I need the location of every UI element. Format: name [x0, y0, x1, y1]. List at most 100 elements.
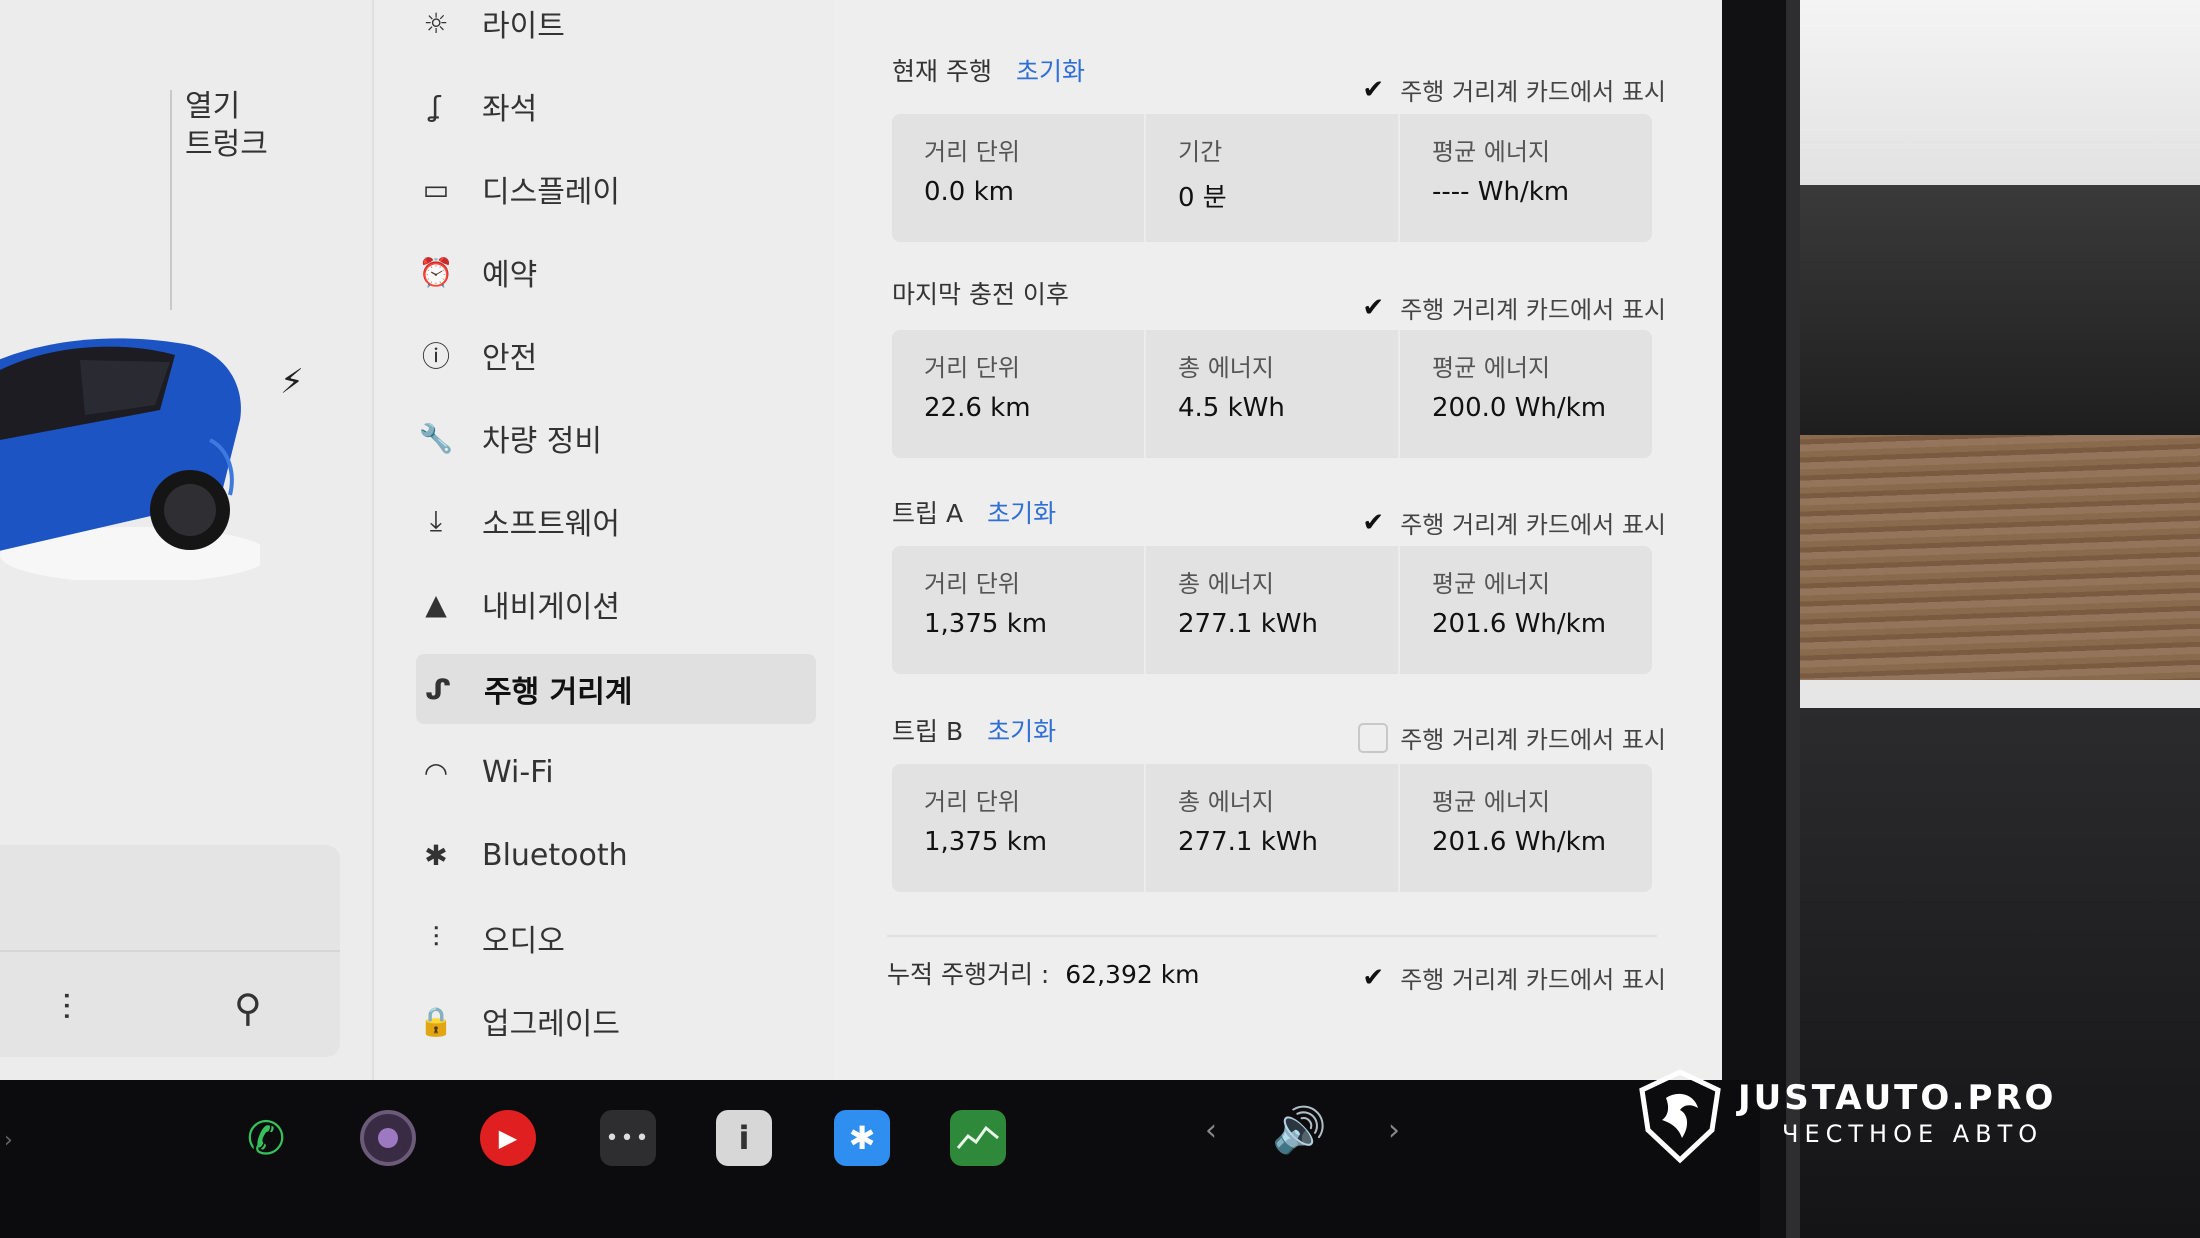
energy-graph-icon[interactable]: [950, 1110, 1006, 1166]
odometer-show-toggle[interactable]: ✔ 주행 거리계 카드에서 표시: [1358, 960, 1666, 995]
menu-item-safety[interactable]: ⓘ 안전: [414, 320, 794, 390]
windshield-area: [1760, 0, 2200, 185]
bluetooth-icon: ✱: [424, 838, 448, 872]
watermark-title: JUSTAUTO.PRO: [1738, 1078, 2057, 1118]
volume-down-chevron-icon[interactable]: ‹: [1205, 1113, 1217, 1148]
menu-item-label: 차량 정비: [482, 424, 602, 459]
since-charge-card: 거리 단위 22.6 km 총 에너지 4.5 kWh 평균 에너지 200.0…: [892, 330, 1652, 458]
quick-controls-separator: [0, 950, 340, 952]
more-apps-icon[interactable]: •••: [600, 1110, 656, 1166]
total-energy-cell: 총 에너지 4.5 kWh: [1146, 330, 1400, 458]
current-drive-reset-button[interactable]: 초기화: [1016, 52, 1085, 88]
menu-item-label: 주행 거리계: [484, 675, 633, 710]
trip-b-title: 트립 B: [892, 717, 964, 746]
total-energy-value: 277.1 kWh: [1178, 827, 1318, 857]
avg-energy-value: 201.6 Wh/km: [1432, 827, 1607, 857]
total-energy-label: 총 에너지: [1178, 570, 1274, 598]
current-drive-show-toggle[interactable]: ✔ 주행 거리계 카드에서 표시: [1358, 72, 1666, 107]
settings-menu: ☼ 라이트 ʆ 좌석 ▭ 디스플레이 ⏰ 예약 ⓘ 안전 🔧 차량 정비 ⤓ 소…: [372, 0, 834, 1080]
trips-content: 현재 주행 초기화 ✔ 주행 거리계 카드에서 표시 거리 단위 0.0 km …: [832, 0, 1722, 1080]
trip-a-card: 거리 단위 1,375 km 총 에너지 277.1 kWh 평균 에너지 20…: [892, 546, 1652, 674]
car-interior-background: [1760, 0, 2200, 1238]
lock-icon: 🔒: [418, 1004, 454, 1038]
distance-cell: 거리 단위 0.0 km: [892, 114, 1146, 242]
checkmark-icon: ✔: [1362, 962, 1385, 993]
display-bezel: 열기 트렁크 ⚡ ⫶ ⚲ ☼ 라이트 ʆ 좌석 ▭ 디스플레이 ⏰ 예약 ⓘ 안…: [0, 0, 1800, 1238]
menu-item-upgrades[interactable]: 🔒 업그레이드: [414, 986, 794, 1056]
show-on-card-label: 주행 거리계 카드에서 표시: [1400, 966, 1666, 994]
menu-item-label: 내비게이션: [482, 590, 620, 625]
menu-item-display[interactable]: ▭ 디스플레이: [414, 154, 794, 224]
white-trim: [1760, 680, 2200, 708]
avg-energy-cell: 평균 에너지 ---- Wh/km: [1400, 114, 1652, 242]
since-charge-title: 마지막 충전 이후: [892, 280, 1069, 309]
distance-label: 거리 단위: [924, 354, 1020, 382]
seat-icon: ʆ: [431, 89, 441, 123]
dashboard-lower: [1760, 708, 2200, 1238]
menu-item-audio[interactable]: ⫶ 오디오: [414, 903, 794, 973]
charge-port-icon[interactable]: ⚡: [280, 362, 304, 402]
trips-icon: ᔑ: [425, 672, 451, 706]
navigation-icon: ▲: [425, 587, 447, 621]
controls-sliders-icon[interactable]: ⫶: [62, 988, 71, 1030]
menu-item-label: Wi-Fi: [482, 754, 554, 790]
menu-item-label: 디스플레이: [482, 175, 620, 210]
menu-item-bluetooth[interactable]: ✱ Bluetooth: [414, 820, 794, 890]
touchscreen: 열기 트렁크 ⚡ ⫶ ⚲ ☼ 라이트 ʆ 좌석 ▭ 디스플레이 ⏰ 예약 ⓘ 안…: [0, 0, 1722, 1080]
volume-icon[interactable]: 🔊: [1272, 1104, 1327, 1156]
distance-value: 1,375 km: [924, 609, 1048, 639]
menu-item-label: Bluetooth: [482, 837, 628, 873]
avg-energy-label: 평균 에너지: [1432, 138, 1551, 166]
menu-item-schedule[interactable]: ⏰ 예약: [414, 237, 794, 307]
menu-item-wifi[interactable]: ◠ Wi-Fi: [414, 737, 794, 807]
trip-b-show-toggle[interactable]: 주행 거리계 카드에서 표시: [1358, 720, 1666, 755]
dashboard-top: [1760, 185, 2200, 435]
display-icon: ▭: [422, 172, 450, 206]
search-icon[interactable]: ⚲: [234, 986, 262, 1030]
phone-icon[interactable]: ✆: [238, 1110, 294, 1166]
since-charge-show-toggle[interactable]: ✔ 주행 거리계 카드에서 표시: [1358, 290, 1666, 325]
frunk-label: 트렁크: [185, 127, 268, 162]
checkmark-icon: ✔: [1362, 292, 1385, 323]
current-drive-title: 현재 주행: [892, 57, 992, 86]
menu-item-label: 라이트: [482, 9, 565, 44]
camera-icon[interactable]: [360, 1110, 416, 1166]
menu-item-navigation[interactable]: ▲ 내비게이션: [414, 569, 794, 639]
manual-info-icon[interactable]: i: [716, 1110, 772, 1166]
distance-value: 0.0 km: [924, 177, 1014, 207]
energy-graph-line: [956, 1125, 999, 1149]
show-on-card-label: 주행 거리계 카드에서 표시: [1400, 726, 1666, 754]
distance-cell: 거리 단위 22.6 km: [892, 330, 1146, 458]
volume-up-chevron-icon[interactable]: ›: [1388, 1113, 1400, 1148]
duration-label: 기간: [1178, 138, 1223, 166]
menu-item-software[interactable]: ⤓ 소프트웨어: [414, 486, 794, 556]
menu-item-seats[interactable]: ʆ 좌석: [414, 71, 794, 141]
distance-cell: 거리 단위 1,375 km: [892, 546, 1146, 674]
total-energy-label: 총 에너지: [1178, 354, 1274, 382]
audio-icon: ⫶: [432, 921, 440, 954]
avg-energy-value: 200.0 Wh/km: [1432, 393, 1607, 423]
menu-item-label: 안전: [482, 341, 538, 376]
avg-energy-value: 201.6 Wh/km: [1432, 609, 1607, 639]
avg-energy-label: 평균 에너지: [1432, 354, 1551, 382]
total-energy-cell: 총 에너지 277.1 kWh: [1146, 764, 1400, 892]
show-on-card-label: 주행 거리계 카드에서 표시: [1400, 78, 1666, 106]
menu-item-lights[interactable]: ☼ 라이트: [414, 0, 794, 58]
menu-item-label: 좌석: [482, 92, 538, 127]
menu-item-service[interactable]: 🔧 차량 정비: [414, 403, 794, 473]
media-play-icon[interactable]: ▶: [480, 1110, 536, 1166]
show-on-card-label: 주행 거리계 카드에서 표시: [1400, 511, 1666, 539]
car-panel: 열기 트렁크 ⚡ ⫶ ⚲: [0, 0, 372, 1080]
checkmark-icon: ✔: [1362, 74, 1385, 105]
distance-value: 22.6 km: [924, 393, 1031, 423]
trip-b-reset-button[interactable]: 초기화: [987, 712, 1056, 748]
distance-cell: 거리 단위 1,375 km: [892, 764, 1146, 892]
trip-a-reset-button[interactable]: 초기화: [987, 494, 1056, 530]
odometer-divider: [887, 935, 1657, 937]
bluetooth-app-icon[interactable]: ✱: [834, 1110, 890, 1166]
frunk-open-button[interactable]: 열기 트렁크: [185, 88, 268, 164]
trip-a-show-toggle[interactable]: ✔ 주행 거리계 카드에서 표시: [1358, 505, 1666, 540]
chevron-right-icon[interactable]: ›: [4, 1128, 13, 1153]
frunk-leader-line: [170, 90, 172, 310]
menu-item-trips[interactable]: ᔑ 주행 거리계: [416, 654, 816, 724]
